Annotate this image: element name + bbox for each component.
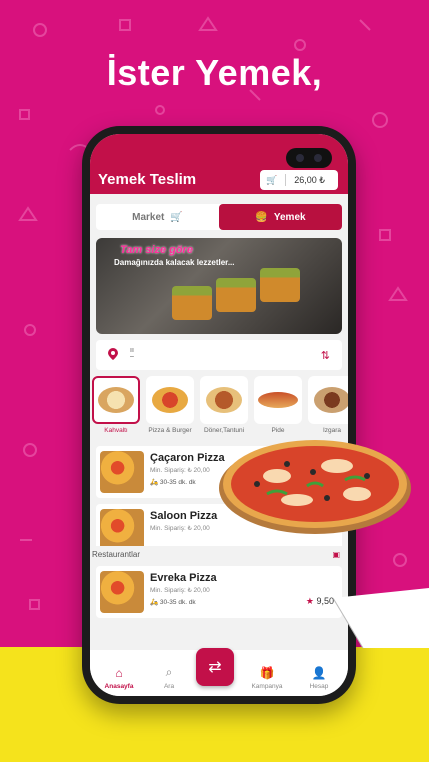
restaurant-name: Çaçaron Pizza [150,452,225,464]
min-order-label: Min. Sipariş: [150,525,186,532]
mode-tabs: Market 🛒 🍔 Yemek [96,204,342,230]
category-doner[interactable]: Döner,Tantuni [200,376,248,436]
min-order: Min. Sipariş: ₺ 20,00 [150,466,210,474]
delivery-time: 🛵 30-35 dk. dk [150,478,196,486]
restaurant-name: Saloon Pizza [150,510,218,522]
baklava-image [260,268,300,302]
delivery-time-value: 30-35 dk. dk [159,599,196,606]
cart-total: 26,00 ₺ [294,174,325,185]
category-izgara[interactable]: Izgara [308,376,348,436]
min-order-label: Min. Sipariş: [150,587,186,594]
address-text: ıı – [130,347,134,360]
gift-icon: 🎁 [259,666,275,680]
phone-frame: Yemek Teslim 🛒 26,00 ₺ Market 🛒 🍔 Yemek … [82,126,356,704]
cart-button[interactable]: 🛒 26,00 ₺ [260,170,338,190]
min-order-label: Min. Sipariş: [150,467,186,474]
section-header: Restaurantlar ▣ [90,546,348,562]
rating-value: 9,50 [316,596,334,606]
category-pide[interactable]: Pide [254,376,302,436]
category-label: Kahvaltı [104,427,128,434]
restaurant-image [100,451,144,493]
headline: İster Yemek, [106,52,323,93]
nav-account[interactable]: 👤 Hesap [294,666,344,690]
courier-icon: 🛵 [150,479,159,486]
address-bar[interactable]: ıı – ⇅ [96,340,342,370]
category-label: Döner,Tantuni [203,427,245,434]
lira-icon: ₺ [187,467,192,474]
camera-cutout [286,148,332,168]
nav-home[interactable]: ⌂ Anasayfa [94,666,144,690]
app-title: Yemek Teslim [98,171,197,188]
reorder-button[interactable]: ⇄ [196,648,234,686]
delivery-time-value: 30-35 dk. dk [159,479,196,486]
restaurant-image [100,509,144,551]
nav-label: Hesap [309,683,329,690]
address-line: – [130,353,134,360]
category-image [308,376,348,424]
banner-subtitle: Damağınızda kalacak lezzetler... [114,258,235,267]
star-icon: ★ [305,596,314,606]
category-kahvalti[interactable]: Kahvaltı [92,376,140,436]
category-pizza-burger[interactable]: Pizza & Burger [146,376,194,436]
home-icon: ⌂ [115,666,123,680]
divider [285,174,287,186]
nav-search[interactable]: ⌕ Ara [144,665,194,690]
lira-icon: ₺ [187,525,192,532]
decorative-card-corner [333,588,429,648]
search-icon: ⌕ [165,665,173,679]
tab-yemek-label: Yemek [273,211,306,223]
category-label: Izgara [322,427,342,434]
restaurant-card[interactable]: Evreka Pizza Min. Sipariş: ₺ 20,00 🛵 30-… [96,566,342,618]
category-list: Kahvaltı Pizza & Burger Döner,Tantuni Pi… [90,376,348,436]
category-image [200,376,248,424]
category-image [254,376,302,424]
food-icon: 🍔 [255,211,268,223]
restaurant-name: Evreka Pizza [150,572,217,584]
lira-icon: ₺ [187,587,192,594]
location-pin-icon [108,348,118,360]
bottom-nav: ⌂ Anasayfa ⌕ Ara ⇄ 🎁 Kampanya 👤 Hesap [90,648,348,696]
nav-label: Ara [163,683,175,690]
rating: ★ 9,50 [306,596,334,607]
min-order-value: 20,00 [193,525,210,532]
min-order-value: 20,00 [193,467,210,474]
banner-title: Tam size göre [120,244,193,256]
restaurant-image [100,571,144,613]
tab-market[interactable]: Market 🛒 [96,204,219,230]
tab-yemek[interactable]: 🍔 Yemek [219,204,342,230]
nav-label: Kampanya [251,683,283,690]
store-icon[interactable]: ▣ [332,550,340,559]
delivery-time: 🛵 30-35 dk. dk [150,598,196,606]
app-screen: Yemek Teslim 🛒 26,00 ₺ Market 🛒 🍔 Yemek … [90,134,348,696]
baklava-image [172,286,212,320]
min-order: Min. Sipariş: ₺ 20,00 [150,586,210,594]
pizza-decoration [219,440,411,534]
category-image [146,376,194,424]
cart-icon: 🛒 [170,211,183,223]
nav-label: Anasayfa [104,683,134,690]
nav-campaign[interactable]: 🎁 Kampanya [242,666,292,690]
min-order: Min. Sipariş: ₺ 20,00 [150,524,210,532]
cart-icon: 🛒 [266,174,278,185]
promo-banner[interactable]: Tam size göre Damağınızda kalacak lezzet… [96,238,342,334]
tab-market-label: Market [132,211,165,223]
refresh-icon: ⇄ [208,659,222,676]
min-order-value: 20,00 [193,587,210,594]
user-icon: 👤 [311,666,327,680]
category-label: Pizza & Burger [148,427,192,434]
category-image [92,376,140,424]
category-label: Pide [271,427,285,434]
section-title: Restaurantlar [92,549,141,559]
courier-icon: 🛵 [150,599,159,606]
baklava-image [216,278,256,312]
sort-arrows-icon[interactable]: ⇅ [321,349,330,362]
